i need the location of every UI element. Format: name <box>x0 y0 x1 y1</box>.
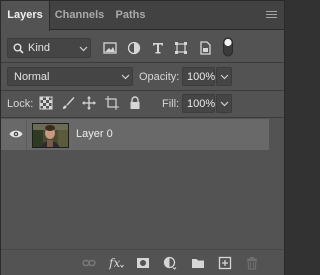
divider <box>1 117 284 118</box>
tab-layers[interactable]: Layers <box>1 1 50 31</box>
filter-kind-dropdown[interactable]: Kind <box>7 38 91 58</box>
fill-label: Fill: <box>162 98 180 110</box>
new-group-icon[interactable] <box>191 256 205 270</box>
fill-value: 100% <box>187 98 216 110</box>
blend-mode-dropdown[interactable]: Normal <box>7 67 133 86</box>
shape-filter-icon[interactable] <box>174 41 188 55</box>
lock-all-icon[interactable] <box>128 96 142 110</box>
opacity-label: Opacity: <box>139 71 180 83</box>
fill-input[interactable]: 100% <box>182 94 215 113</box>
opacity-input[interactable]: 100% <box>182 67 215 86</box>
filter-toggle-icon[interactable] <box>222 37 234 57</box>
blend-row: Normal Opacity: 100% <box>1 63 284 90</box>
link-layers-icon[interactable] <box>82 256 96 270</box>
add-mask-icon[interactable] <box>136 256 150 270</box>
smart-object-filter-icon[interactable] <box>198 41 212 55</box>
chevron-down-icon <box>79 46 88 52</box>
lock-position-icon[interactable] <box>82 96 96 110</box>
adjustment-filter-icon[interactable] <box>127 41 141 55</box>
lock-transparent-pixels-icon[interactable] <box>39 96 53 110</box>
opacity-value: 100% <box>187 71 216 83</box>
divider <box>26 119 27 150</box>
photo-thumbnail-icon <box>33 124 68 147</box>
layer-thumbnail[interactable] <box>32 123 69 148</box>
lock-row: Lock: Fill: 100% <box>1 91 284 117</box>
svg-text:fx: fx <box>109 256 120 270</box>
chevron-down-icon <box>220 74 229 80</box>
chevron-down-icon <box>220 101 229 107</box>
opacity-slider-button[interactable] <box>216 67 232 86</box>
blend-mode-value: Normal <box>14 71 50 83</box>
chevron-down-icon <box>121 74 130 80</box>
new-layer-icon[interactable] <box>218 256 232 270</box>
adjustment-layer-icon[interactable] <box>163 256 177 270</box>
visibility-eye-icon[interactable] <box>9 129 23 139</box>
tab-paths[interactable]: Paths <box>109 1 152 30</box>
lock-artboard-icon[interactable] <box>105 96 119 110</box>
layers-panel: Layers Channels Paths Kind Normal Opacit… <box>0 0 285 275</box>
panel-tab-bar: Layers Channels Paths <box>1 1 284 31</box>
layer-row[interactable]: Layer 0 <box>1 119 269 150</box>
filter-kind-label: Kind <box>28 42 51 54</box>
lock-label: Lock: <box>7 98 34 110</box>
lock-image-pixels-icon[interactable] <box>61 96 75 110</box>
layer-list: Layer 0 <box>1 119 284 249</box>
search-icon <box>13 43 24 54</box>
layer-name[interactable]: Layer 0 <box>76 128 113 140</box>
tab-channels[interactable]: Channels <box>50 1 109 30</box>
layer-style-icon[interactable]: fx <box>109 256 125 270</box>
filter-row: Kind <box>1 31 284 62</box>
fill-slider-button[interactable] <box>216 94 232 113</box>
layers-bottom-toolbar: fx <box>1 249 284 275</box>
image-filter-icon[interactable] <box>103 41 117 55</box>
delete-layer-icon[interactable] <box>245 256 259 270</box>
panel-menu-icon[interactable] <box>266 11 277 20</box>
type-filter-icon[interactable] <box>151 41 165 55</box>
